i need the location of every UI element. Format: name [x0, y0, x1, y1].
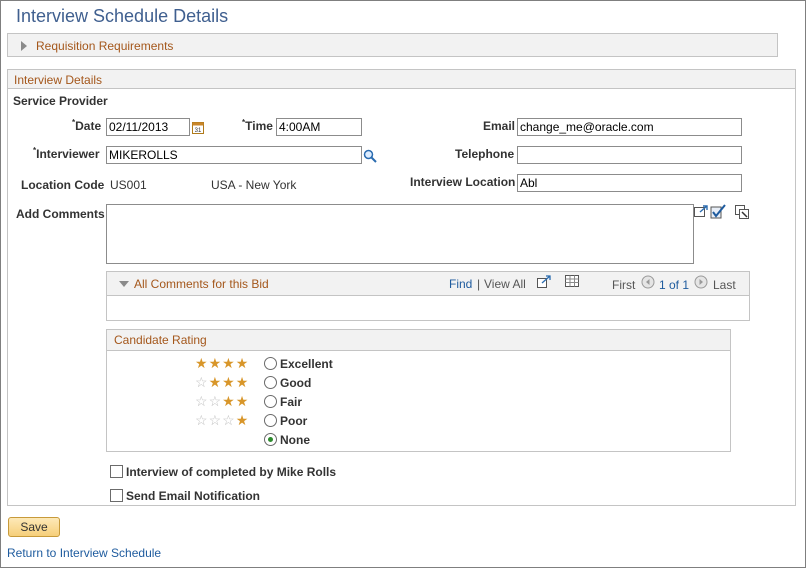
previous-arrow-icon[interactable] [641, 275, 655, 289]
page-counter: 1 of 1 [659, 278, 690, 292]
required-marker: * [242, 118, 246, 127]
calendar-icon[interactable]: 31 [192, 121, 204, 134]
interview-location-input[interactable] [517, 174, 742, 192]
rating-stars: ☆☆☆★ [195, 412, 249, 429]
star-filled-icon: ★ [208, 374, 223, 390]
popup-window-icon[interactable] [735, 205, 750, 220]
interview-location-label: Interview Location [410, 175, 516, 189]
email-input[interactable] [517, 118, 742, 136]
date-label: *Date [72, 118, 102, 133]
comments-grid-title[interactable]: All Comments for this Bid [134, 277, 269, 291]
send-email-checkbox[interactable] [110, 489, 123, 502]
star-filled-icon: ★ [222, 355, 236, 371]
star-filled-icon: ★ [222, 393, 236, 409]
rating-stars: ★★★★ [195, 355, 249, 372]
expand-textarea-icon[interactable] [694, 205, 709, 218]
star-filled-icon: ★ [235, 393, 250, 409]
location-description: USA - New York [211, 178, 297, 192]
rating-stars: ☆☆★★ [195, 393, 249, 410]
rating-radio-excellent[interactable] [264, 357, 277, 370]
telephone-label: Telephone [455, 147, 515, 161]
return-to-interview-schedule-link[interactable]: Return to Interview Schedule [7, 546, 161, 560]
location-code-value: US001 [110, 178, 147, 192]
star-filled-icon: ★ [208, 355, 223, 371]
telephone-input[interactable] [517, 146, 742, 164]
interview-details-header: Interview Details [7, 69, 796, 89]
time-label: *Time [242, 118, 273, 133]
zoom-grid-icon[interactable] [537, 275, 552, 288]
rating-label-poor[interactable]: Poor [280, 414, 307, 428]
star-filled-icon: ★ [235, 412, 250, 428]
rating-radio-poor[interactable] [264, 414, 277, 427]
page-title: Interview Schedule Details [16, 6, 229, 26]
interviewer-label: *Interviewer [33, 146, 100, 161]
star-filled-icon: ★ [235, 355, 250, 371]
rating-radio-good[interactable] [264, 376, 277, 389]
comments-grid-header: All Comments for this Bid Find | View Al… [106, 271, 750, 296]
interview-completed-label[interactable]: Interview of completed by Mike Rolls [126, 465, 336, 479]
star-empty-icon: ☆ [208, 412, 223, 428]
send-email-label[interactable]: Send Email Notification [126, 489, 260, 503]
star-empty-icon: ☆ [195, 374, 209, 390]
required-marker: * [72, 118, 76, 127]
requisition-requirements-label[interactable]: Requisition Requirements [36, 39, 173, 53]
add-comments-label: Add Comments [16, 207, 105, 221]
interview-completed-checkbox[interactable] [110, 465, 123, 478]
time-input[interactable] [276, 118, 362, 136]
star-empty-icon: ☆ [208, 393, 223, 409]
last-label: Last [713, 278, 736, 292]
rating-label-fair[interactable]: Fair [280, 395, 302, 409]
required-marker: * [33, 146, 37, 155]
rating-radio-fair[interactable] [264, 395, 277, 408]
interview-details-title: Interview Details [14, 73, 103, 87]
rating-label-none[interactable]: None [280, 433, 310, 447]
rating-radio-none[interactable] [264, 433, 277, 446]
candidate-rating-title: Candidate Rating [114, 333, 207, 347]
collapse-arrow-icon[interactable] [119, 281, 129, 287]
date-input[interactable] [106, 118, 190, 136]
find-link[interactable]: Find [449, 277, 472, 291]
first-label: First [612, 278, 636, 292]
star-filled-icon: ★ [222, 374, 236, 390]
save-button[interactable]: Save [8, 517, 60, 537]
star-empty-icon: ☆ [195, 393, 209, 409]
service-provider-label: Service Provider [13, 94, 108, 108]
expand-arrow-icon[interactable] [21, 41, 27, 51]
svg-text:31: 31 [195, 128, 202, 134]
rating-label-good[interactable]: Good [280, 376, 311, 390]
star-filled-icon: ★ [195, 355, 209, 371]
star-empty-icon: ☆ [222, 412, 236, 428]
download-spreadsheet-icon[interactable] [565, 275, 579, 287]
rating-label-excellent[interactable]: Excellent [280, 357, 333, 371]
separator: | [477, 277, 481, 291]
next-arrow-icon[interactable] [694, 275, 708, 289]
lookup-magnifier-icon[interactable] [363, 149, 377, 163]
interviewer-input[interactable] [106, 146, 362, 164]
star-empty-icon: ☆ [195, 412, 209, 428]
view-all-link[interactable]: View All [484, 277, 526, 291]
spell-check-icon[interactable] [710, 204, 726, 219]
rating-stars: ☆★★★ [195, 374, 249, 391]
email-label: Email [483, 119, 516, 133]
candidate-rating-header: Candidate Rating [106, 329, 731, 351]
location-code-label: Location Code [21, 178, 105, 192]
add-comments-textarea[interactable] [106, 204, 694, 264]
requisition-requirements-section[interactable]: Requisition Requirements [7, 33, 778, 57]
star-filled-icon: ★ [235, 374, 250, 390]
